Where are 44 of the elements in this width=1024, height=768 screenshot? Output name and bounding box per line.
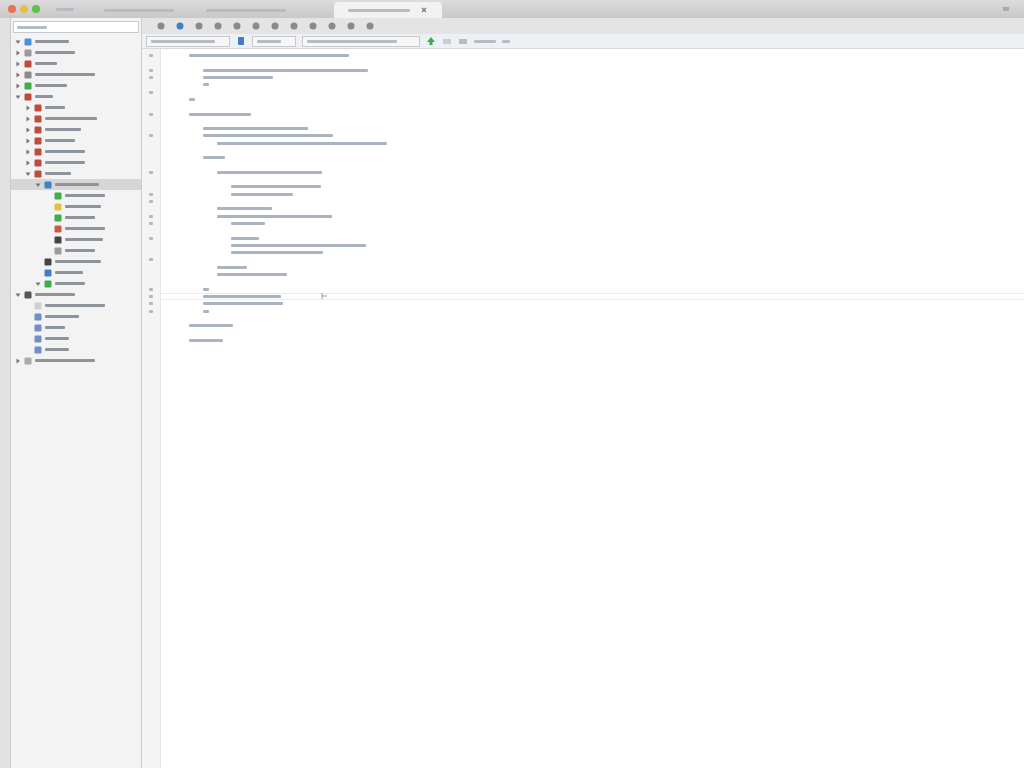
code-line bbox=[203, 76, 273, 80]
code-line bbox=[203, 287, 209, 291]
configuration-dropdown[interactable] bbox=[302, 35, 420, 47]
editor-tab[interactable] bbox=[334, 2, 442, 18]
disclosure-arrow-icon[interactable] bbox=[25, 115, 31, 122]
code-line bbox=[231, 221, 265, 225]
cursor-icon bbox=[321, 292, 329, 301]
disclosure-arrow-icon[interactable] bbox=[35, 280, 41, 287]
disclosure-arrow-icon[interactable] bbox=[15, 60, 21, 67]
code-line bbox=[217, 207, 272, 211]
search-field[interactable] bbox=[13, 21, 139, 33]
disclosure-arrow-icon[interactable] bbox=[15, 38, 21, 45]
code-line bbox=[189, 324, 233, 328]
code-line bbox=[189, 112, 251, 116]
scheme-dropdown[interactable] bbox=[146, 35, 230, 47]
disclosure-arrow-icon[interactable] bbox=[25, 170, 31, 177]
code-line bbox=[203, 83, 209, 87]
close-icon[interactable] bbox=[420, 6, 428, 14]
window-control-icon[interactable] bbox=[1002, 5, 1010, 13]
disclosure-arrow-icon[interactable] bbox=[15, 71, 21, 78]
code-line bbox=[217, 273, 287, 277]
device-icon[interactable] bbox=[236, 36, 246, 46]
disclosure-arrow-icon[interactable] bbox=[15, 93, 21, 100]
code-line bbox=[189, 338, 223, 342]
disclosure-arrow-icon[interactable] bbox=[25, 159, 31, 166]
up-arrow-icon[interactable] bbox=[426, 36, 436, 46]
target-dropdown[interactable] bbox=[252, 35, 296, 47]
disclosure-arrow-icon[interactable] bbox=[25, 104, 31, 111]
disclosure-arrow-icon[interactable] bbox=[35, 181, 41, 188]
close-window-button[interactable] bbox=[8, 5, 16, 13]
disclosure-arrow-icon[interactable] bbox=[25, 148, 31, 155]
code-line bbox=[231, 236, 259, 240]
zoom-window-button[interactable] bbox=[32, 5, 40, 13]
disclosure-arrow-icon[interactable] bbox=[25, 126, 31, 133]
code-line bbox=[203, 309, 209, 313]
code-line bbox=[203, 156, 225, 160]
code-line bbox=[231, 192, 293, 196]
disclosure-arrow-icon[interactable] bbox=[25, 137, 31, 144]
disclosure-arrow-icon[interactable] bbox=[15, 357, 21, 364]
disclosure-arrow-icon[interactable] bbox=[15, 82, 21, 89]
code-line bbox=[217, 265, 247, 269]
disclosure-arrow-icon[interactable] bbox=[15, 49, 21, 56]
disclosure-arrow-icon[interactable] bbox=[15, 291, 21, 298]
code-line bbox=[189, 97, 195, 101]
